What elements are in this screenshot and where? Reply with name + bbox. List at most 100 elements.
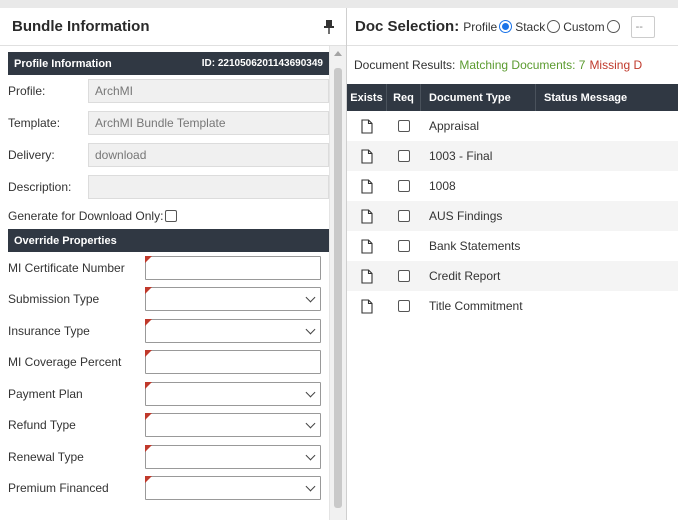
mi-coverage-percent-label: MI Coverage Percent	[8, 355, 122, 370]
premium-financed-row: Premium Financed	[8, 473, 329, 505]
app-frame: Bundle Information Profile Information I…	[0, 8, 678, 520]
renewal-type-select[interactable]	[145, 444, 321, 469]
column-document-type[interactable]: Document Type	[421, 84, 536, 111]
document-type-cell: AUS Findings	[429, 209, 503, 223]
template-row: Template: ArchMI Bundle Template	[8, 107, 329, 139]
payment-plan-select[interactable]	[145, 381, 321, 406]
download-only-checkbox[interactable]	[165, 210, 178, 222]
more-button[interactable]: --	[630, 15, 655, 38]
delivery-label: Delivery:	[8, 148, 55, 162]
required-marker-icon	[145, 381, 152, 389]
required-checkbox[interactable]	[398, 240, 410, 252]
option-stack[interactable]: Stack	[515, 19, 561, 34]
required-marker-icon	[145, 413, 152, 421]
payment-plan-row: Payment Plan	[8, 378, 329, 410]
delivery-field[interactable]: download	[88, 143, 329, 167]
bundle-panel-header: Bundle Information	[0, 8, 346, 46]
premium-financed-select[interactable]	[145, 476, 321, 501]
req-cell	[387, 120, 421, 132]
profile-row: Profile: ArchMI	[8, 75, 329, 107]
option-profile-label: Profile	[463, 19, 498, 34]
mi-coverage-percent-input[interactable]	[145, 350, 321, 375]
document-row[interactable]: 1003 - Final	[347, 141, 678, 171]
profile-information-title: Profile Information	[14, 57, 112, 70]
req-cell	[387, 210, 421, 222]
exists-cell	[347, 118, 387, 134]
document-icon[interactable]	[361, 238, 373, 254]
doc-selection-title: Doc Selection:	[355, 18, 460, 35]
option-stack-label: Stack	[515, 19, 546, 34]
req-cell	[387, 180, 421, 192]
document-row[interactable]: 1008	[347, 171, 678, 201]
required-checkbox[interactable]	[398, 180, 410, 192]
bundle-scroll-area: Profile Information ID: 2210506201143690…	[0, 46, 346, 520]
exists-cell	[347, 268, 387, 284]
option-custom[interactable]: Custom	[563, 19, 620, 34]
document-icon[interactable]	[361, 268, 373, 284]
matching-documents: Matching Documents: 7	[459, 58, 586, 72]
override-properties-list: MI Certificate Number Submission Type Insu…	[8, 252, 329, 504]
chevron-down-icon[interactable]	[305, 292, 316, 303]
profile-label: Profile:	[8, 84, 46, 98]
description-row: Description:	[8, 171, 329, 203]
profile-field[interactable]: ArchMI	[88, 79, 329, 103]
insurance-type-row: Insurance Type	[8, 315, 329, 347]
document-row[interactable]: Credit Report	[347, 261, 678, 291]
chevron-down-icon[interactable]	[305, 324, 316, 335]
option-profile[interactable]: Profile	[463, 19, 513, 34]
document-row[interactable]: Appraisal	[347, 111, 678, 141]
column-status-message[interactable]: Status Message	[536, 84, 678, 111]
chevron-down-icon[interactable]	[305, 450, 316, 461]
document-icon[interactable]	[361, 118, 373, 134]
bundle-content: Profile Information ID: 2210506201143690…	[8, 52, 329, 504]
document-grid-body: Appraisal 1003 - Final 1008 AUS Findings Ban…	[347, 111, 678, 321]
pin-icon[interactable]	[322, 19, 336, 35]
document-icon[interactable]	[361, 298, 373, 314]
renewal-type-label: Renewal Type	[8, 449, 84, 464]
required-checkbox[interactable]	[398, 150, 410, 162]
required-checkbox[interactable]	[398, 300, 410, 312]
mi-certificate-number-input[interactable]	[145, 255, 321, 280]
missing-documents: Missing D	[589, 58, 643, 72]
doc-selection-header: Doc Selection: Profile Stack Custom --	[347, 8, 678, 46]
document-icon[interactable]	[361, 148, 373, 164]
required-checkbox[interactable]	[398, 120, 410, 132]
document-type-cell: Bank Statements	[429, 239, 521, 253]
description-field[interactable]	[88, 175, 329, 199]
custom-radio[interactable]	[606, 20, 620, 33]
submission-type-select[interactable]	[145, 287, 321, 312]
download-only-row: Generate for Download Only:	[8, 203, 329, 229]
refund-type-label: Refund Type	[8, 418, 76, 433]
document-icon[interactable]	[361, 178, 373, 194]
mi-certificate-number-label: MI Certificate Number	[8, 260, 125, 275]
document-row[interactable]: Title Commitment	[347, 291, 678, 321]
stack-radio[interactable]	[547, 20, 561, 33]
req-cell	[387, 300, 421, 312]
bundle-scrollbar[interactable]	[329, 46, 346, 520]
chevron-down-icon[interactable]	[305, 387, 316, 398]
chevron-down-icon[interactable]	[305, 481, 316, 492]
required-checkbox[interactable]	[398, 270, 410, 282]
document-row[interactable]: Bank Statements	[347, 231, 678, 261]
doc-selection-panel: Doc Selection: Profile Stack Custom -- D…	[347, 8, 678, 520]
template-field[interactable]: ArchMI Bundle Template	[88, 111, 329, 135]
column-exists[interactable]: Exists	[347, 84, 387, 111]
chevron-down-icon[interactable]	[305, 418, 316, 429]
profile-radio[interactable]	[499, 20, 513, 33]
scroll-up-arrow-icon[interactable]	[334, 51, 342, 56]
required-checkbox[interactable]	[398, 210, 410, 222]
insurance-type-label: Insurance Type	[8, 323, 90, 338]
exists-cell	[347, 178, 387, 194]
refund-type-select[interactable]	[145, 413, 321, 438]
scrollbar-thumb[interactable]	[334, 68, 342, 508]
document-icon[interactable]	[361, 208, 373, 224]
override-properties-header: Override Properties	[8, 229, 329, 252]
column-req[interactable]: Req	[387, 84, 421, 111]
delivery-row: Delivery: download	[8, 139, 329, 171]
insurance-type-select[interactable]	[145, 318, 321, 343]
option-custom-label: Custom	[563, 19, 605, 34]
required-marker-icon	[145, 444, 152, 452]
document-row[interactable]: AUS Findings	[347, 201, 678, 231]
template-label: Template:	[8, 116, 61, 130]
document-grid-header: Exists Req Document Type Status Message	[347, 84, 678, 111]
